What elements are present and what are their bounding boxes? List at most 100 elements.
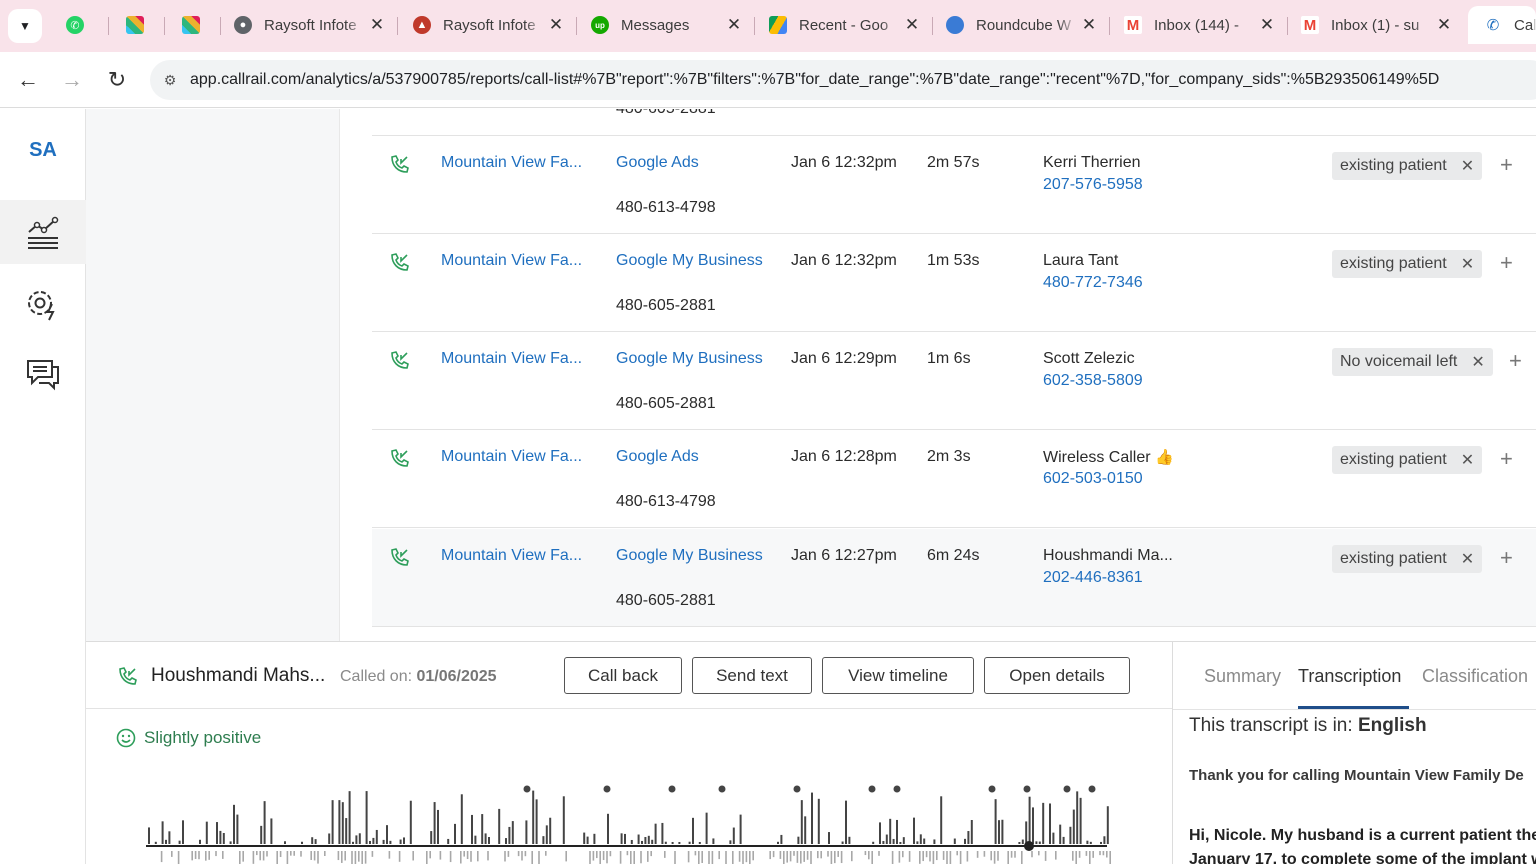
tab-google-drive[interactable]: Recent - Goo ✕ [753, 6, 931, 44]
add-tag-icon[interactable]: + [1500, 152, 1513, 178]
caller-phone-link[interactable]: 602-358-5809 [1043, 372, 1143, 390]
table-row[interactable]: Mountain View Fa... Google My Business 480… [372, 529, 1536, 627]
add-tag-icon[interactable]: + [1500, 545, 1513, 571]
caller-phone-link[interactable]: 207-576-5958 [1043, 176, 1143, 194]
back-button[interactable]: ← [12, 64, 44, 96]
caller-phone-link[interactable]: 602-503-0150 [1043, 470, 1143, 488]
close-tab-icon[interactable]: ✕ [1256, 15, 1278, 35]
transcript-language-value: English [1357, 715, 1427, 736]
chevron-down-icon: ▼ [19, 19, 31, 33]
caller-name-text: Laura Tant [1043, 252, 1119, 269]
tab-transcription[interactable]: Transcription [1298, 666, 1401, 687]
address-bar[interactable]: ⚙ app.callrail.com/analytics/a/537900785… [150, 60, 1536, 100]
call-tag: existing patient ✕ [1332, 545, 1483, 573]
sentiment-label: Slightly positive [144, 728, 262, 747]
remove-tag-icon[interactable]: ✕ [1461, 450, 1474, 470]
tab-summary[interactable]: Summary [1204, 666, 1281, 687]
company-link[interactable]: Mountain View Fa... [441, 252, 582, 270]
caller-name: Scott Zelezic [1043, 350, 1135, 368]
gmail-icon: M [1301, 16, 1319, 34]
remove-tag-icon[interactable]: ✕ [1461, 156, 1474, 176]
remove-tag-icon[interactable]: ✕ [1461, 254, 1474, 274]
source-link[interactable]: Google My Business [616, 547, 763, 565]
source-link[interactable]: Google My Business [616, 252, 763, 270]
caller-phone-link[interactable]: 480-772-7346 [1043, 274, 1143, 292]
arrow-right-icon: → [61, 67, 83, 92]
close-tab-icon[interactable]: ✕ [901, 15, 923, 35]
call-detail-panel: Houshmandi Mahs... Called on: 01/06/2025… [86, 641, 1536, 864]
smile-icon [116, 728, 136, 748]
company-link[interactable]: Mountain View Fa... [441, 350, 582, 368]
tab-search-button[interactable]: ▼ [8, 9, 42, 43]
company-link[interactable]: Mountain View Fa... [441, 547, 582, 565]
table-row[interactable]: Mountain View Fa... Google My Business 480… [372, 332, 1536, 430]
add-tag-icon[interactable]: + [1509, 348, 1522, 374]
call-tag-label: existing patient [1340, 550, 1447, 567]
reload-button[interactable]: ↻ [101, 64, 133, 96]
tab-raysoft-1[interactable]: ● Raysoft Infote ✕ [218, 6, 396, 44]
close-tab-icon[interactable]: ✕ [1078, 15, 1100, 35]
close-tab-icon[interactable]: ✕ [366, 15, 388, 35]
call-date: Jan 6 12:32pm [791, 154, 897, 171]
tab-whatsapp[interactable]: ✆ [50, 6, 106, 44]
source-link[interactable]: Google Ads [616, 448, 699, 466]
rail-conversations[interactable] [0, 341, 86, 405]
close-tab-icon[interactable]: ✕ [723, 15, 745, 35]
call-date: Jan 6 12:27pm [791, 547, 897, 564]
tab-title: Raysoft Infote [443, 16, 536, 34]
browser-tab-bar: ▼ ✆ ● Raysoft Infote ✕ ▲ Raysoft Infote … [0, 0, 1536, 52]
call-back-button[interactable]: Call back [564, 657, 682, 694]
remove-tag-icon[interactable]: ✕ [1461, 549, 1474, 569]
caller-name: Houshmandi Ma... [1043, 547, 1173, 565]
call-tag: existing patient ✕ [1332, 152, 1483, 180]
inbound-call-icon [388, 154, 410, 181]
rail-analytics[interactable] [0, 200, 86, 264]
tracking-number: 480-613-4798 [616, 199, 716, 216]
open-details-button[interactable]: Open details [984, 657, 1130, 694]
table-row[interactable]: Mountain View Fa... Google Ads 480-613-479… [372, 430, 1536, 528]
tab-slack-1[interactable] [110, 6, 166, 44]
source-link[interactable]: Google My Business [616, 350, 763, 368]
tab-classification[interactable]: Classification [1422, 666, 1528, 687]
tab-gmail-1[interactable]: M Inbox (144) - ✕ [1108, 6, 1286, 44]
slack-icon [182, 16, 200, 34]
rail-settings[interactable] [0, 272, 86, 336]
gmail-icon: M [1124, 16, 1142, 34]
tab-roundcube[interactable]: Roundcube W ✕ [930, 6, 1108, 44]
google-drive-icon [769, 16, 787, 34]
close-tab-icon[interactable]: ✕ [1433, 15, 1455, 35]
source-link[interactable]: Google Ads [616, 154, 699, 172]
close-tab-icon[interactable]: ✕ [545, 15, 567, 35]
caller-phone-link[interactable]: 202-446-8361 [1043, 569, 1143, 587]
call-duration: 1m 53s [927, 252, 980, 269]
called-on-date: 01/06/2025 [416, 668, 497, 685]
remove-tag-icon[interactable]: ✕ [1471, 352, 1484, 372]
call-tag-label: No voicemail left [1340, 353, 1458, 370]
table-row[interactable]: Mountain View Fa... Google My Business 480… [372, 234, 1536, 332]
tab-slack-2[interactable] [166, 6, 222, 44]
upwork-icon: up [591, 16, 609, 34]
forward-button[interactable]: → [56, 64, 88, 96]
phone-icon: ✆ [1484, 16, 1502, 34]
account-logo[interactable]: SA [0, 139, 86, 162]
thumbs-up-icon[interactable]: 👍 [1155, 449, 1174, 466]
add-tag-icon[interactable]: + [1500, 446, 1513, 472]
tab-gmail-2[interactable]: M Inbox (1) - su ✕ [1285, 6, 1463, 44]
sentiment: Slightly positive [116, 728, 261, 748]
send-text-button[interactable]: Send text [692, 657, 812, 694]
site-info-icon[interactable]: ⚙ [150, 72, 190, 89]
add-tag-icon[interactable]: + [1500, 250, 1513, 276]
view-timeline-button[interactable]: View timeline [822, 657, 974, 694]
tab-callrail-active[interactable]: ✆ Call [1468, 6, 1536, 44]
call-date: Jan 6 12:28pm [791, 448, 897, 465]
caller-name: Wireless Caller 👍 [1043, 448, 1174, 467]
tab-messages[interactable]: up Messages ✕ [575, 6, 753, 44]
table-row[interactable]: Mountain View Fa... Google Ads 480-613-479… [372, 136, 1536, 234]
company-link[interactable]: Mountain View Fa... [441, 154, 582, 172]
inbound-call-icon [388, 350, 410, 377]
company-link[interactable]: Mountain View Fa... [441, 448, 582, 466]
chat-icon [27, 360, 59, 391]
transcript-line: Thank you for calling Mountain View Fami… [1189, 767, 1524, 784]
tab-raysoft-2[interactable]: ▲ Raysoft Infote ✕ [397, 6, 575, 44]
audio-waveform[interactable] [142, 777, 1122, 864]
